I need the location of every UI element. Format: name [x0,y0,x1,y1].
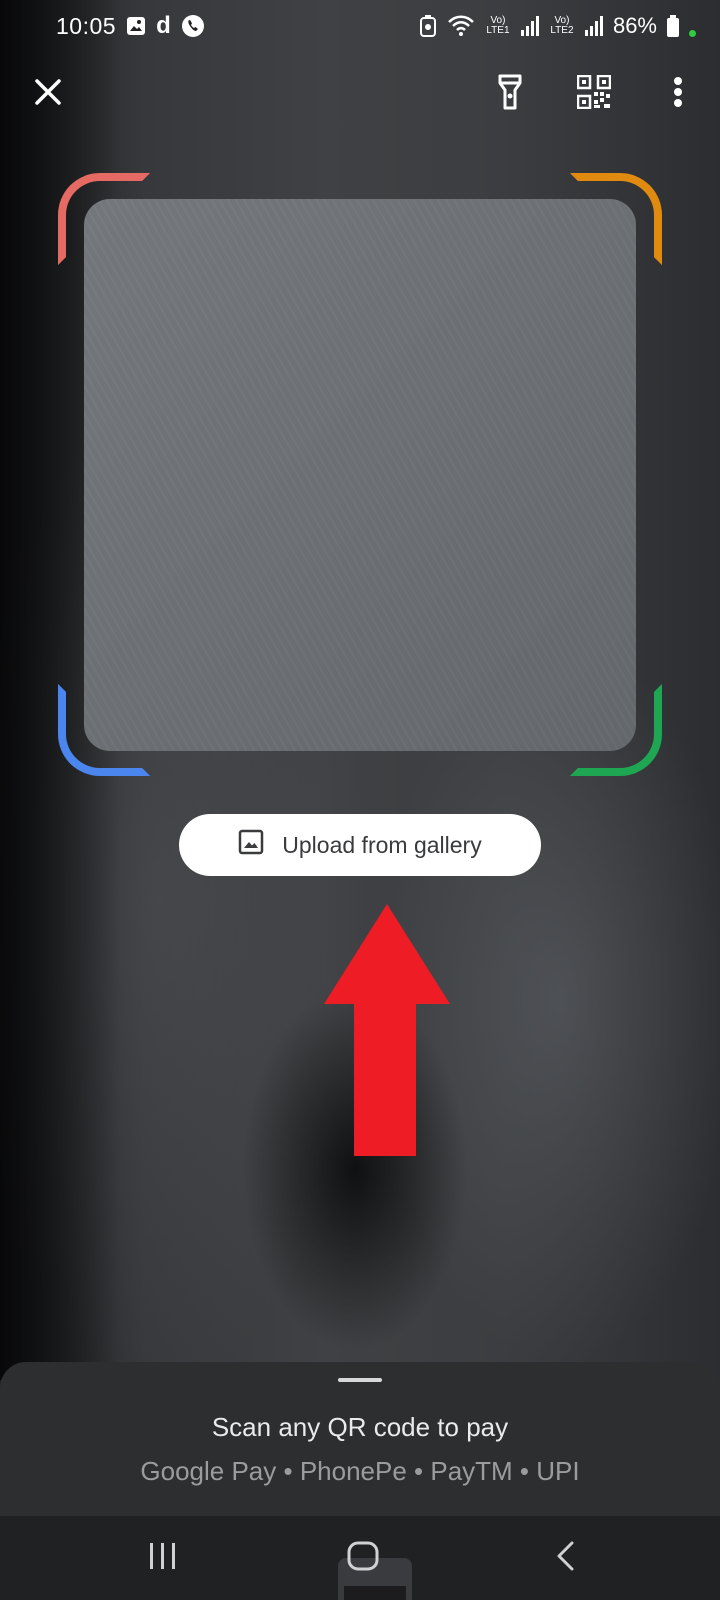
battery-percent: 86% [612,13,657,38]
battery-icon [667,15,679,37]
home-app-preview-inner [344,1586,406,1600]
upload-from-gallery-button[interactable]: Upload from gallery [179,814,541,876]
close-icon [34,78,62,111]
viewfinder-corner-top-left [58,173,150,265]
lte1-label: Vo) LTE1 [486,15,510,36]
sheet-drag-handle[interactable] [338,1378,382,1382]
qr-code-icon [576,74,612,114]
scan-viewfinder [84,199,636,751]
more-options-button[interactable] [648,64,708,124]
back-button[interactable] [530,1530,600,1586]
recent-apps-icon [148,1542,178,1575]
image-icon [238,829,264,861]
flashlight-button[interactable] [480,64,540,124]
bottom-sheet[interactable]: Scan any QR code to pay Google Pay • Pho… [0,1362,720,1516]
viewfinder-corner-top-right [570,173,662,265]
lte2-label: Vo) LTE2 [550,15,574,36]
home-icon [347,1541,379,1576]
viewfinder-corner-bottom-left [58,684,150,776]
sheet-title: Scan any QR code to pay [211,1412,509,1442]
battery-saver-icon [419,15,437,37]
back-icon [555,1541,575,1576]
more-vert-icon [673,76,683,113]
red-arrow-annotation [324,904,450,1163]
app-letter-icon: d [156,12,171,39]
status-time: 10:05 [56,12,117,39]
signal-sim1-icon [520,16,539,36]
gallery-notification-icon [126,16,146,36]
phone-call-icon [181,14,205,38]
home-button[interactable] [328,1530,398,1586]
my-qr-code-button[interactable] [564,64,624,124]
upload-from-gallery-label: Upload from gallery [282,831,482,858]
close-button[interactable] [18,64,78,124]
status-bar: 10:05 d Vo) LTE1 Vo) LTE2 86% [0,0,720,52]
viewfinder-corner-bottom-right [570,684,662,776]
top-toolbar [0,64,720,124]
recent-apps-button[interactable] [128,1530,198,1586]
wifi-icon [447,15,475,37]
privacy-indicator-dot [689,29,696,37]
system-nav-bar [0,1516,720,1600]
signal-sim2-icon [584,16,603,36]
flashlight-icon [497,73,523,116]
sheet-subtitle: Google Pay • PhonePe • PayTM • UPI [140,1456,580,1486]
